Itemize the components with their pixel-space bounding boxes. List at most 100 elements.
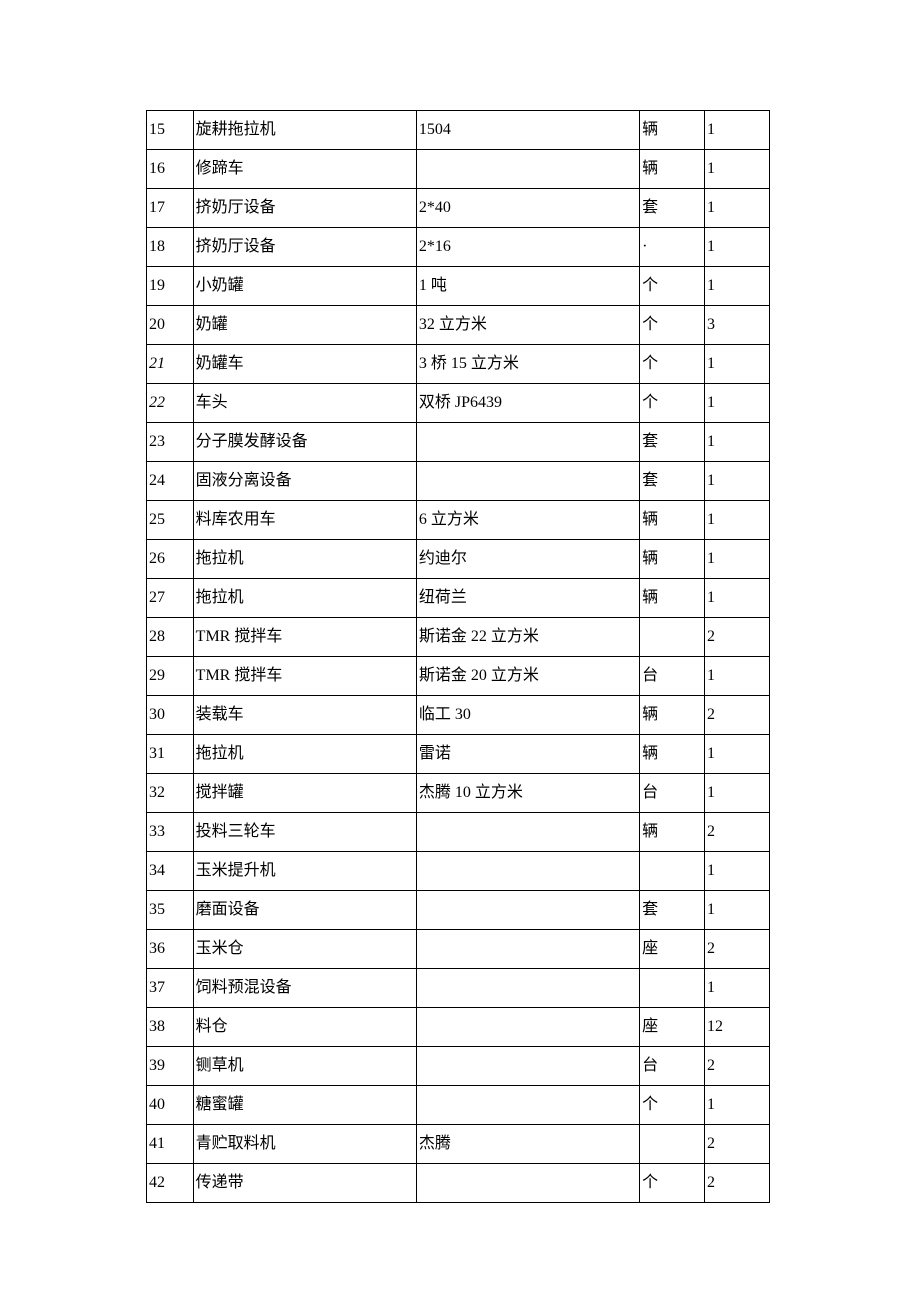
cell-qty: 1 — [705, 579, 770, 618]
cell-spec: 32 立方米 — [416, 306, 639, 345]
table-row: 31拖拉机雷诺辆1 — [147, 735, 770, 774]
cell-spec: 1504 — [416, 111, 639, 150]
cell-unit: 辆 — [640, 111, 705, 150]
cell-name: 旋耕拖拉机 — [193, 111, 416, 150]
cell-qty: 1 — [705, 501, 770, 540]
table-row: 20奶罐32 立方米个3 — [147, 306, 770, 345]
cell-index: 37 — [147, 969, 194, 1008]
cell-qty: 1 — [705, 1086, 770, 1125]
cell-spec — [416, 1008, 639, 1047]
cell-unit: 台 — [640, 657, 705, 696]
table-row: 22车头双桥 JP6439个1 — [147, 384, 770, 423]
cell-spec — [416, 930, 639, 969]
cell-index: 25 — [147, 501, 194, 540]
cell-spec: 2*16 — [416, 228, 639, 267]
cell-spec: 约迪尔 — [416, 540, 639, 579]
cell-name: 玉米仓 — [193, 930, 416, 969]
cell-unit: 辆 — [640, 813, 705, 852]
cell-name: 小奶罐 — [193, 267, 416, 306]
cell-qty: 1 — [705, 852, 770, 891]
cell-qty: 2 — [705, 618, 770, 657]
table-row: 33投料三轮车辆2 — [147, 813, 770, 852]
cell-index: 33 — [147, 813, 194, 852]
table-row: 25料库农用车6 立方米辆1 — [147, 501, 770, 540]
cell-unit: 套 — [640, 462, 705, 501]
cell-qty: 1 — [705, 735, 770, 774]
table-row: 35磨面设备套1 — [147, 891, 770, 930]
cell-name: 拖拉机 — [193, 540, 416, 579]
cell-name: 青贮取料机 — [193, 1125, 416, 1164]
table-row: 28TMR 搅拌车斯诺金 22 立方米2 — [147, 618, 770, 657]
cell-name: 拖拉机 — [193, 735, 416, 774]
cell-unit: 辆 — [640, 696, 705, 735]
cell-index: 20 — [147, 306, 194, 345]
table-row: 18挤奶厅设备2*16·1 — [147, 228, 770, 267]
cell-spec: 杰腾 — [416, 1125, 639, 1164]
cell-index: 27 — [147, 579, 194, 618]
cell-index: 30 — [147, 696, 194, 735]
cell-qty: 1 — [705, 969, 770, 1008]
cell-index: 19 — [147, 267, 194, 306]
cell-spec: 纽荷兰 — [416, 579, 639, 618]
cell-spec: 1 吨 — [416, 267, 639, 306]
cell-spec — [416, 1164, 639, 1203]
cell-name: 挤奶厅设备 — [193, 228, 416, 267]
cell-spec: 3 桥 15 立方米 — [416, 345, 639, 384]
cell-name: 修蹄车 — [193, 150, 416, 189]
cell-index: 23 — [147, 423, 194, 462]
table-row: 37饲料预混设备 1 — [147, 969, 770, 1008]
table-row: 21奶罐车3 桥 15 立方米个1 — [147, 345, 770, 384]
cell-index: 18 — [147, 228, 194, 267]
cell-qty: 3 — [705, 306, 770, 345]
cell-index: 32 — [147, 774, 194, 813]
cell-qty: 1 — [705, 384, 770, 423]
table-row: 16修蹄车辆1 — [147, 150, 770, 189]
cell-index: 15 — [147, 111, 194, 150]
cell-index: 17 — [147, 189, 194, 228]
cell-name: 饲料预混设备 — [193, 969, 416, 1008]
table-row: 15旋耕拖拉机1504辆1 — [147, 111, 770, 150]
equipment-table: 15旋耕拖拉机1504辆116修蹄车辆117挤奶厅设备2*40套118挤奶厅设备… — [146, 110, 770, 1203]
cell-name: 料仓 — [193, 1008, 416, 1047]
cell-qty: 1 — [705, 228, 770, 267]
cell-name: 分子膜发酵设备 — [193, 423, 416, 462]
cell-name: 拖拉机 — [193, 579, 416, 618]
table-row: 29TMR 搅拌车斯诺金 20 立方米台1 — [147, 657, 770, 696]
cell-name: 挤奶厅设备 — [193, 189, 416, 228]
cell-qty: 1 — [705, 657, 770, 696]
table-row: 42传递带个2 — [147, 1164, 770, 1203]
cell-spec — [416, 1086, 639, 1125]
cell-index: 41 — [147, 1125, 194, 1164]
cell-name: 搅拌罐 — [193, 774, 416, 813]
cell-spec: 斯诺金 20 立方米 — [416, 657, 639, 696]
cell-unit: 辆 — [640, 735, 705, 774]
cell-name: 车头 — [193, 384, 416, 423]
cell-index: 42 — [147, 1164, 194, 1203]
cell-name: 铡草机 — [193, 1047, 416, 1086]
cell-spec — [416, 1047, 639, 1086]
table-row: 17挤奶厅设备2*40套1 — [147, 189, 770, 228]
cell-index: 26 — [147, 540, 194, 579]
cell-qty: 1 — [705, 423, 770, 462]
table-row: 30装载车临工 30辆2 — [147, 696, 770, 735]
cell-index: 36 — [147, 930, 194, 969]
cell-spec — [416, 813, 639, 852]
cell-unit: 个 — [640, 345, 705, 384]
cell-unit: 台 — [640, 1047, 705, 1086]
cell-spec — [416, 969, 639, 1008]
cell-index: 40 — [147, 1086, 194, 1125]
cell-unit: · — [640, 228, 705, 267]
cell-index: 38 — [147, 1008, 194, 1047]
cell-name: 奶罐车 — [193, 345, 416, 384]
cell-qty: 2 — [705, 930, 770, 969]
cell-qty: 1 — [705, 462, 770, 501]
cell-name: TMR 搅拌车 — [193, 618, 416, 657]
cell-index: 16 — [147, 150, 194, 189]
cell-unit: 辆 — [640, 540, 705, 579]
cell-spec: 雷诺 — [416, 735, 639, 774]
cell-name: 投料三轮车 — [193, 813, 416, 852]
cell-unit: 套 — [640, 423, 705, 462]
table-row: 38料仓座12 — [147, 1008, 770, 1047]
cell-qty: 1 — [705, 189, 770, 228]
table-row: 26拖拉机约迪尔辆1 — [147, 540, 770, 579]
